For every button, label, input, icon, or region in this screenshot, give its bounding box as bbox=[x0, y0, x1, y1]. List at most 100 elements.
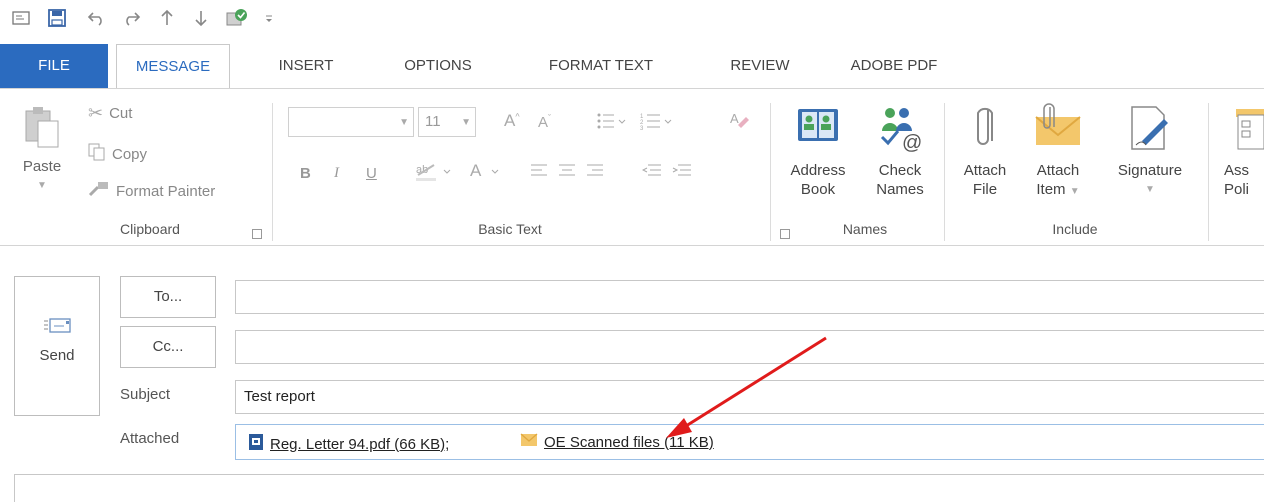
redo-icon[interactable] bbox=[118, 6, 144, 30]
up-arrow-icon[interactable] bbox=[154, 6, 180, 30]
tab-options[interactable]: OPTIONS bbox=[388, 44, 488, 88]
down-arrow-icon[interactable] bbox=[188, 6, 214, 30]
tab-insert[interactable]: INSERT bbox=[264, 44, 348, 88]
separator bbox=[1208, 103, 1209, 241]
font-name-dropdown-icon: ▼ bbox=[399, 117, 409, 128]
attach-item-icon bbox=[1024, 103, 1092, 161]
attach-item-label-text: Item bbox=[1036, 181, 1066, 198]
mail-icon[interactable] bbox=[8, 6, 34, 30]
format-painter-icon bbox=[88, 181, 110, 201]
tab-file[interactable]: FILE bbox=[0, 44, 108, 88]
address-book-label-1: Address bbox=[790, 162, 846, 179]
attachment-name: OE Scanned files (11 KB) bbox=[544, 433, 714, 451]
ribbon-tabs: FILE MESSAGE INSERT OPTIONS FORMAT TEXT … bbox=[0, 44, 1264, 89]
customize-dropdown-icon[interactable] bbox=[256, 6, 282, 30]
numbering-button[interactable]: 123 bbox=[640, 111, 676, 135]
increase-indent-button[interactable] bbox=[672, 163, 692, 183]
attach-item-label-2: Item ▼ bbox=[1024, 180, 1092, 201]
bold-button[interactable]: B bbox=[300, 165, 311, 182]
align-right-icon bbox=[586, 163, 604, 183]
address-book-button[interactable]: Address Book bbox=[780, 103, 856, 199]
attachments-field: Reg. Letter 94.pdf (66 KB); OE Scanned f… bbox=[235, 424, 1264, 460]
bullets-button[interactable] bbox=[596, 111, 626, 135]
highlight-button[interactable]: ab bbox=[414, 161, 460, 187]
send-icon bbox=[15, 315, 99, 335]
format-painter-button[interactable]: Format Painter bbox=[88, 181, 215, 201]
cut-button[interactable]: ✂ Cut bbox=[88, 103, 132, 124]
highlight-icon: ab bbox=[414, 161, 460, 187]
signature-button[interactable]: Signature ▼ bbox=[1098, 103, 1202, 199]
paste-button[interactable]: Paste ▼ bbox=[14, 103, 70, 195]
pdf-file-icon bbox=[248, 433, 264, 455]
attached-label: Attached bbox=[120, 430, 180, 447]
tab-message[interactable]: MESSAGE bbox=[116, 44, 230, 89]
paste-icon bbox=[14, 103, 70, 157]
tab-review[interactable]: REVIEW bbox=[712, 44, 808, 88]
align-right-button[interactable] bbox=[586, 163, 604, 183]
subject-field[interactable]: Test report bbox=[235, 380, 1264, 414]
to-button[interactable]: To... bbox=[120, 276, 216, 318]
check-names-button[interactable]: @ Check Names bbox=[862, 103, 938, 199]
basic-text-launcher-icon[interactable] bbox=[780, 229, 790, 239]
signature-label: Signature bbox=[1117, 162, 1183, 179]
align-left-button[interactable] bbox=[530, 163, 548, 183]
assign-policy-button[interactable]: Ass Poli bbox=[1212, 103, 1264, 199]
cc-button[interactable]: Cc... bbox=[120, 326, 216, 368]
format-painter-label: Format Painter bbox=[116, 182, 216, 200]
font-color-button[interactable]: A bbox=[468, 161, 508, 187]
grammar-check-icon[interactable] bbox=[224, 6, 250, 30]
decrease-indent-button[interactable] bbox=[641, 163, 662, 183]
font-size-input[interactable]: 11 ▼ bbox=[418, 107, 476, 137]
align-left-icon bbox=[530, 163, 548, 183]
message-body[interactable] bbox=[14, 474, 1264, 502]
assign-policy-label-1: Ass bbox=[1224, 162, 1250, 179]
attach-file-button[interactable]: Attach File bbox=[952, 103, 1018, 199]
attachment-item[interactable]: OE Scanned files (11 KB) bbox=[520, 433, 714, 451]
clear-formatting-button[interactable]: A bbox=[728, 109, 750, 135]
paperclip-icon bbox=[952, 103, 1018, 161]
undo-icon[interactable] bbox=[84, 6, 110, 30]
scissors-icon: ✂ bbox=[88, 103, 104, 123]
svg-text:A: A bbox=[730, 111, 739, 126]
tab-adobe-pdf[interactable]: ADOBE PDF bbox=[830, 44, 958, 88]
signature-dropdown-icon: ▼ bbox=[1145, 184, 1155, 195]
address-book-label-2: Book bbox=[800, 181, 836, 198]
to-field[interactable] bbox=[235, 280, 1264, 314]
align-center-button[interactable] bbox=[558, 163, 576, 183]
shrink-font-button[interactable]: Aˇ bbox=[538, 113, 551, 131]
attachment-name: Reg. Letter 94.pdf (66 KB); bbox=[270, 435, 450, 453]
basic-text-group-label: Basic Text bbox=[478, 221, 542, 237]
save-icon[interactable] bbox=[44, 6, 70, 30]
svg-text:@: @ bbox=[902, 132, 922, 153]
copy-button[interactable]: Copy bbox=[88, 143, 147, 165]
attach-item-dropdown-icon: ▼ bbox=[1069, 186, 1080, 197]
separator bbox=[944, 103, 945, 241]
paste-dropdown-icon: ▼ bbox=[37, 180, 47, 191]
font-name-input[interactable]: ▼ bbox=[288, 107, 414, 137]
assign-policy-icon bbox=[1224, 103, 1264, 161]
underline-button[interactable]: U bbox=[366, 165, 377, 182]
email-item-icon bbox=[520, 433, 538, 451]
attach-item-button[interactable]: Attach Item ▼ bbox=[1024, 103, 1092, 201]
font-color-icon: A bbox=[468, 161, 508, 187]
clipboard-launcher-icon[interactable] bbox=[252, 229, 262, 239]
subject-label: Subject bbox=[120, 386, 171, 403]
italic-button[interactable]: I bbox=[334, 165, 339, 182]
grow-font-button[interactable]: A^ bbox=[504, 111, 520, 131]
cc-field[interactable] bbox=[235, 330, 1264, 364]
separator bbox=[770, 103, 771, 241]
check-names-label-2: Names bbox=[876, 181, 924, 198]
tab-format-text[interactable]: FORMAT TEXT bbox=[526, 44, 676, 88]
assign-policy-label-2: Poli bbox=[1224, 181, 1250, 198]
svg-text:3: 3 bbox=[640, 126, 644, 131]
numbering-icon: 123 bbox=[640, 111, 676, 135]
increase-indent-icon bbox=[672, 163, 692, 183]
attach-file-label-1: Attach bbox=[963, 162, 1007, 179]
grow-font-icon: A^ bbox=[504, 111, 520, 130]
ribbon: Paste ▼ ✂ Cut Copy Format Painter Clipbo… bbox=[0, 88, 1264, 246]
shrink-font-icon: Aˇ bbox=[538, 113, 552, 131]
attach-file-label-2: File bbox=[972, 181, 998, 198]
attachment-item[interactable]: Reg. Letter 94.pdf (66 KB); bbox=[248, 433, 449, 455]
font-size-value: 11 bbox=[425, 113, 441, 130]
send-button[interactable]: Send bbox=[14, 276, 100, 416]
